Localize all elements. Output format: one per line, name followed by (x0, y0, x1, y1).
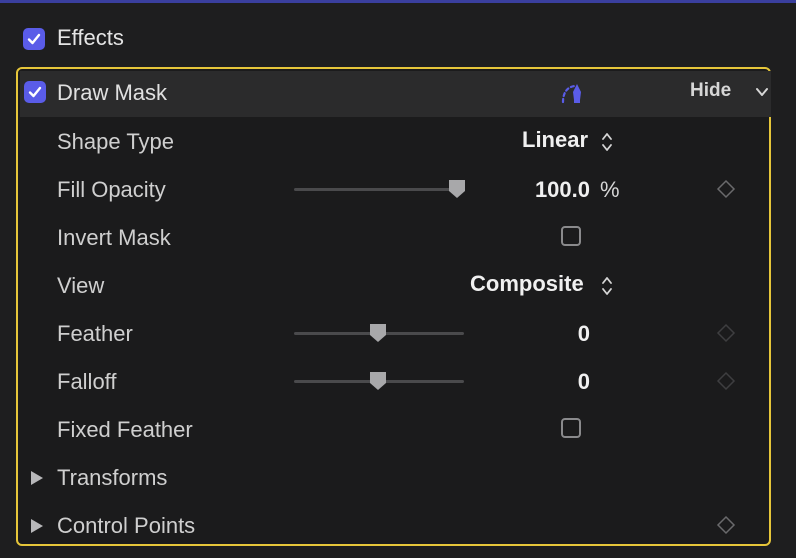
control-points-label: Control Points (57, 513, 196, 538)
invert-mask-row: Invert Mask (0, 213, 796, 261)
falloff-row: Falloff 0 (0, 357, 796, 405)
up-down-stepper-icon[interactable] (601, 275, 613, 297)
hide-button[interactable]: Hide (690, 80, 731, 102)
fill-opacity-slider[interactable] (294, 188, 464, 191)
transforms-row[interactable]: Transforms (0, 453, 796, 501)
fixed-feather-label: Fixed Feather (57, 417, 193, 442)
shape-type-popup[interactable]: Linear (522, 127, 588, 153)
top-divider (0, 0, 796, 3)
keyframe-diamond-icon[interactable] (716, 323, 736, 343)
checkmark-icon (27, 33, 41, 45)
checkmark-icon (28, 86, 42, 98)
draw-mask-checkbox[interactable] (24, 81, 46, 103)
disclosure-triangle-icon[interactable] (30, 470, 44, 486)
transforms-label: Transforms (57, 465, 168, 490)
falloff-label: Falloff (57, 369, 117, 394)
fixed-feather-checkbox[interactable] (561, 418, 581, 438)
view-row: View Composite (0, 261, 796, 309)
disclosure-triangle-icon[interactable] (30, 518, 44, 534)
feather-slider-thumb[interactable] (369, 323, 387, 343)
keyframe-diamond-icon[interactable] (716, 371, 736, 391)
fill-opacity-slider-thumb[interactable] (448, 179, 466, 199)
draw-mask-pen-icon[interactable] (560, 80, 590, 106)
draw-mask-title: Draw Mask (57, 80, 168, 105)
view-label: View (57, 273, 105, 298)
feather-value[interactable]: 0 (578, 321, 590, 347)
shape-type-row: Shape Type Linear (0, 117, 796, 165)
keyframe-diamond-icon[interactable] (716, 515, 736, 535)
view-popup[interactable]: Composite (470, 271, 584, 297)
effects-title: Effects (57, 25, 124, 50)
fixed-feather-row: Fixed Feather (0, 405, 796, 453)
control-points-row[interactable]: Control Points (0, 501, 796, 549)
invert-mask-checkbox[interactable] (561, 226, 581, 246)
effects-checkbox[interactable] (23, 28, 45, 50)
keyframe-diamond-icon[interactable] (716, 179, 736, 199)
up-down-stepper-icon[interactable] (601, 131, 613, 153)
fill-opacity-label: Fill Opacity (57, 177, 166, 202)
fill-opacity-unit: % (600, 177, 620, 202)
fill-opacity-row: Fill Opacity 100.0 % (0, 165, 796, 213)
falloff-slider-thumb[interactable] (369, 371, 387, 391)
fill-opacity-value[interactable]: 100.0 (535, 177, 590, 203)
chevron-down-icon[interactable] (754, 84, 770, 100)
feather-label: Feather (57, 321, 133, 346)
effects-section-header: Effects (0, 20, 796, 60)
feather-row: Feather 0 (0, 309, 796, 357)
falloff-value[interactable]: 0 (578, 369, 590, 395)
shape-type-label: Shape Type (57, 129, 175, 154)
invert-mask-label: Invert Mask (57, 225, 171, 250)
